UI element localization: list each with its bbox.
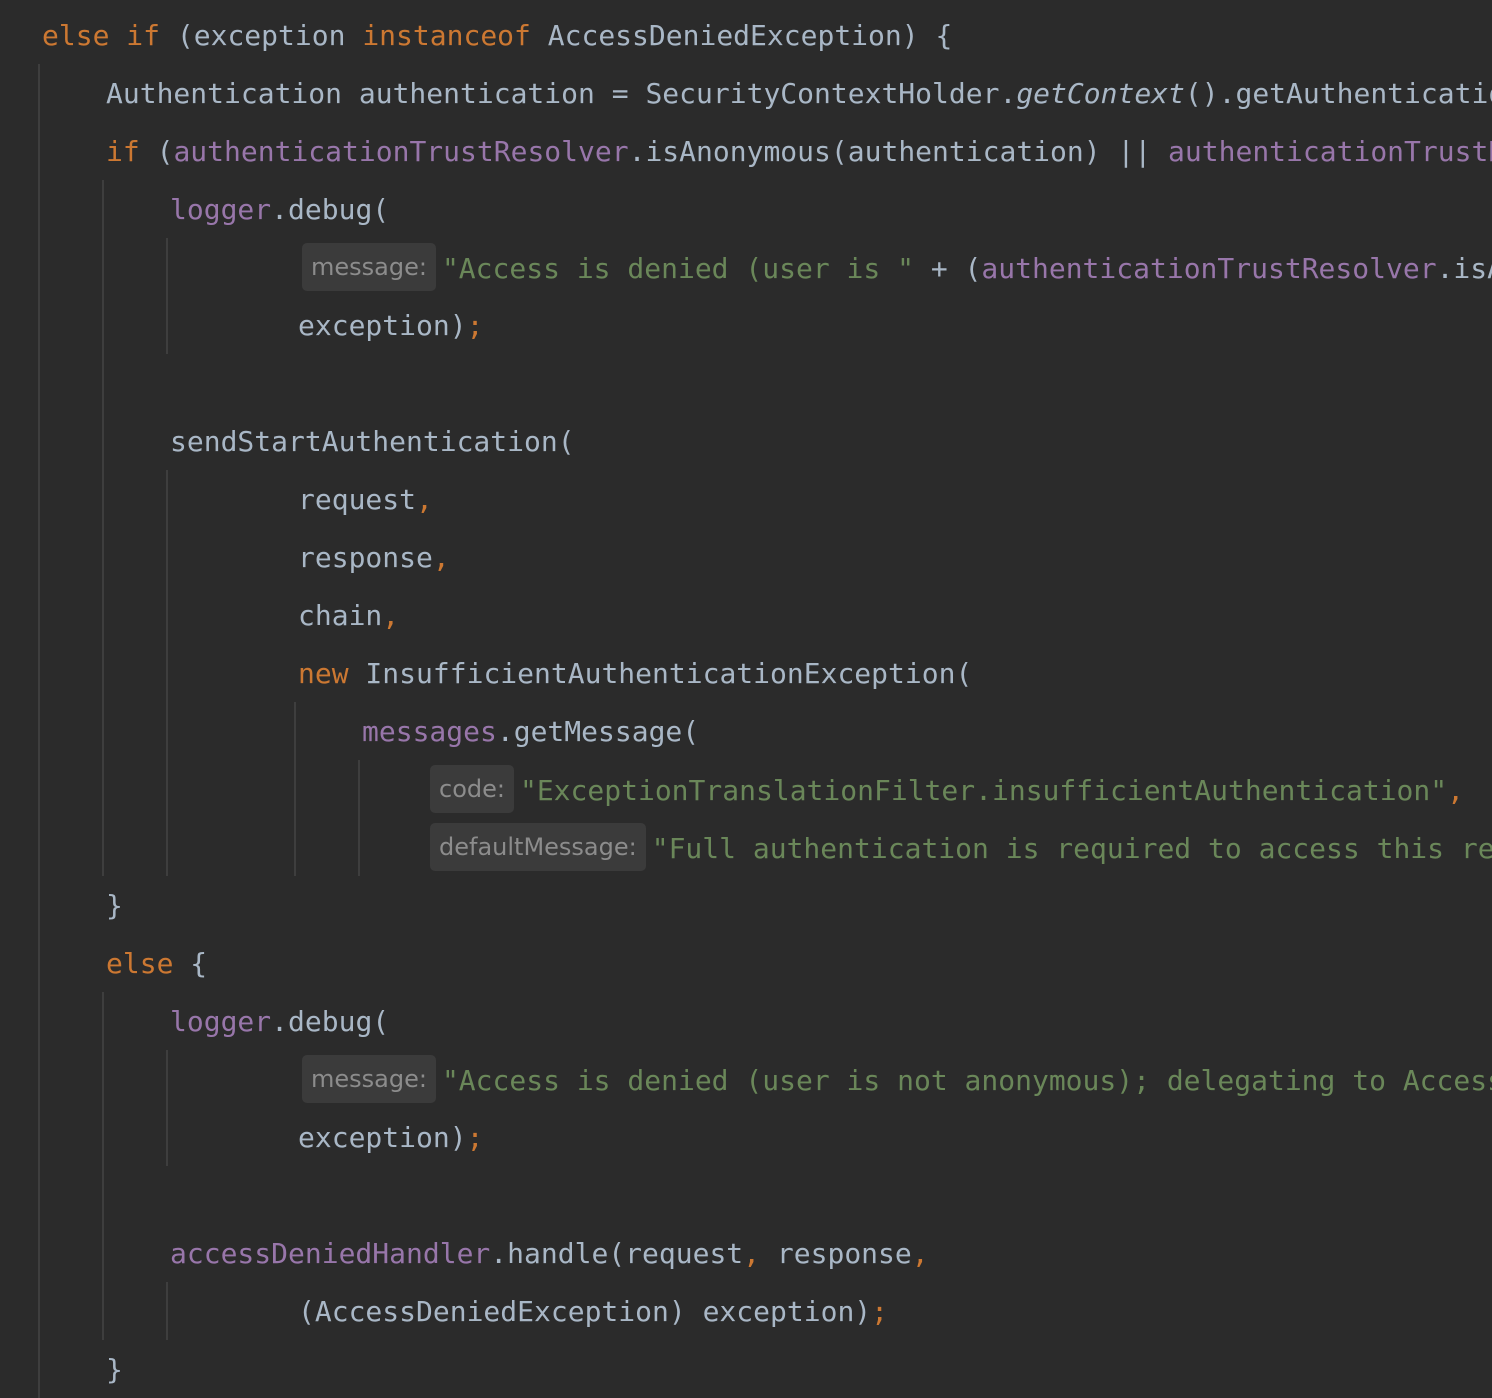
string-literal: "Access is denied (user is not anonymous…	[441, 1064, 1492, 1097]
code-line-18[interactable]: message: "Access is denied (user is not a…	[302, 1055, 1492, 1103]
indent-guide	[166, 470, 168, 876]
indent-guide	[38, 64, 40, 1398]
comma: ,	[382, 599, 400, 632]
indent-guide	[166, 1050, 168, 1166]
keyword-if: if	[126, 19, 161, 52]
string-literal: "ExceptionTranslationFilter.insufficient…	[519, 774, 1448, 807]
code-text: response	[760, 1237, 912, 1270]
code-line-3[interactable]: if (authenticationTrustResolver.isAnonym…	[106, 130, 1492, 174]
code-text: sendStartAuthentication(	[170, 425, 575, 458]
indent-guide	[358, 760, 360, 876]
indent-guide	[102, 992, 104, 1340]
field-reference: authenticationTrustResolver	[981, 252, 1437, 285]
keyword-new: new	[298, 657, 349, 690]
field-reference: authenticationTrustResolver.isRememberMe…	[1168, 135, 1492, 168]
closing-brace: }	[106, 889, 123, 922]
code-text: ().getAuthentication()	[1184, 77, 1492, 110]
code-line-19[interactable]: exception);	[298, 1116, 483, 1160]
string-literal: "Access is denied (user is "	[441, 252, 914, 285]
code-line-22[interactable]: }	[106, 1348, 123, 1392]
field-reference: accessDeniedHandler	[170, 1237, 491, 1270]
semicolon: ;	[466, 309, 484, 342]
code-text: (	[139, 135, 174, 168]
code-line-10[interactable]: chain,	[298, 594, 399, 638]
code-text: exception)	[298, 1121, 467, 1154]
keyword-else: else	[42, 19, 110, 52]
code-line-9[interactable]: response,	[298, 536, 450, 580]
code-line-1[interactable]: else if (exception instanceof AccessDeni…	[42, 14, 952, 58]
code-line-7[interactable]: sendStartAuthentication(	[170, 420, 575, 464]
keyword-else: else	[106, 947, 174, 980]
field-reference: messages	[362, 715, 497, 748]
field-reference: logger	[170, 193, 272, 226]
semicolon: ;	[871, 1295, 889, 1328]
code-editor[interactable]: else if (exception instanceof AccessDeni…	[0, 0, 1492, 1398]
keyword-if: if	[106, 135, 140, 168]
code-text: .debug(	[271, 1005, 390, 1038]
semicolon: ;	[466, 1121, 484, 1154]
field-reference: authenticationTrustResolver	[173, 135, 629, 168]
field-reference: logger	[170, 1005, 272, 1038]
code-text: + (	[913, 252, 982, 285]
parameter-hint: code:	[430, 765, 514, 813]
code-text: .isAnonymous(authentication) ? "anonymou…	[1436, 252, 1492, 285]
code-line-16[interactable]: else {	[106, 942, 207, 986]
closing-brace: }	[106, 1353, 123, 1386]
code-text: response	[298, 541, 433, 574]
parameter-hint: message:	[302, 1055, 436, 1103]
code-text: exception)	[298, 309, 467, 342]
code-line-13[interactable]: code: "ExceptionTranslationFilter.insuffi…	[430, 765, 1464, 813]
indent-guide	[294, 702, 296, 876]
indent-guide	[102, 180, 104, 876]
code-line-12[interactable]: messages.getMessage(	[362, 710, 699, 754]
code-line-17[interactable]: logger.debug(	[170, 1000, 389, 1044]
code-text: chain	[298, 599, 383, 632]
code-line-15[interactable]: }	[106, 884, 123, 928]
code-line-8[interactable]: request,	[298, 478, 433, 522]
code-text: (exception	[160, 19, 363, 52]
parameter-hint: defaultMessage:	[430, 823, 646, 871]
code-text: InsufficientAuthenticationException(	[348, 657, 973, 690]
code-line-6[interactable]: exception);	[298, 304, 483, 348]
comma: ,	[416, 483, 433, 516]
code-line-11[interactable]: new InsufficientAuthenticationException(	[298, 652, 972, 696]
code-text: AccessDeniedException) {	[530, 19, 953, 52]
code-text: .handle(request	[490, 1237, 744, 1270]
code-text: .isAnonymous(authentication) ||	[628, 135, 1169, 168]
parameter-hint: message:	[302, 243, 436, 291]
indent-guide	[166, 1282, 168, 1340]
static-method-call: getContext	[1016, 77, 1185, 110]
code-text: (AccessDeniedException) exception)	[298, 1295, 872, 1328]
keyword-instanceof: instanceof	[362, 19, 531, 52]
code-line-20[interactable]: accessDeniedHandler.handle(request, resp…	[170, 1232, 929, 1276]
code-line-4[interactable]: logger.debug(	[170, 188, 389, 232]
code-text: .debug(	[271, 193, 390, 226]
comma: ,	[743, 1237, 761, 1270]
comma: ,	[432, 541, 450, 574]
code-text: request	[298, 483, 417, 516]
code-text: Authentication authentication = Security…	[106, 77, 1017, 110]
code-line-21[interactable]: (AccessDeniedException) exception);	[298, 1290, 888, 1334]
code-line-2[interactable]: Authentication authentication = Security…	[106, 72, 1492, 116]
code-line-14[interactable]: defaultMessage: "Full authentication is r…	[430, 823, 1492, 871]
comma: ,	[1447, 774, 1464, 807]
code-text: .getMessage(	[496, 715, 700, 748]
string-literal: "Full authentication is required to acce…	[651, 832, 1492, 865]
code-text: {	[173, 947, 208, 980]
indent-guide	[166, 238, 168, 354]
comma: ,	[911, 1237, 929, 1270]
code-line-5[interactable]: message: "Access is denied (user is " + (…	[302, 243, 1492, 291]
